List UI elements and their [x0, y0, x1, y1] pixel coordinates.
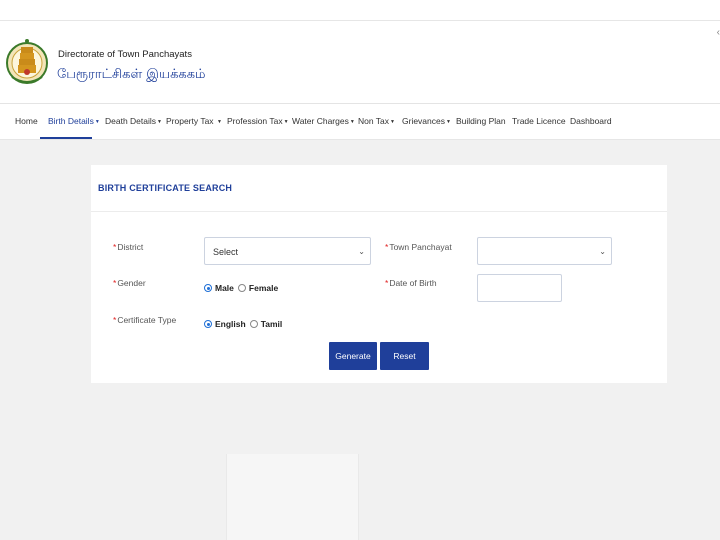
caret-down-icon: ▼: [446, 118, 451, 125]
certificate-english-radio[interactable]: [204, 320, 212, 328]
district-label: *District: [113, 242, 143, 252]
nav-item-water-charges[interactable]: Water Charges▼: [292, 116, 355, 126]
gender-radio-group: Male Female: [204, 283, 282, 293]
certificate-type-radio-group: English Tamil: [204, 319, 286, 329]
divider: [91, 211, 667, 212]
background-panel: [226, 454, 359, 540]
chevron-down-icon: ⌄: [358, 247, 365, 256]
nav-item-birth-details[interactable]: Birth Details▼: [48, 116, 100, 126]
chevron-down-icon: ⌄: [599, 247, 606, 256]
nav-item-death-details[interactable]: Death Details▼: [105, 116, 162, 126]
date-of-birth-input[interactable]: [477, 274, 562, 302]
reset-button[interactable]: Reset: [380, 342, 429, 370]
active-nav-indicator: [40, 137, 92, 139]
form-title: BIRTH CERTIFICATE SEARCH: [98, 183, 233, 193]
certificate-tamil-label[interactable]: Tamil: [261, 319, 283, 329]
nav-item-grievances[interactable]: Grievances▼: [402, 116, 451, 126]
nav-item-label: Non Tax: [358, 116, 390, 126]
nav-item-label: Home: [15, 116, 38, 126]
required-mark: *: [113, 278, 117, 288]
gender-label: *Gender: [113, 278, 146, 288]
required-mark: *: [385, 278, 389, 288]
caret-down-icon: ▼: [157, 118, 162, 125]
certificate-type-label-text: Certificate Type: [117, 315, 177, 325]
nav-item-label: Property Tax: [166, 116, 214, 126]
main-nav: Home Birth Details▼ Death Details▼ Prope…: [0, 104, 720, 140]
certificate-type-label: *Certificate Type: [113, 315, 176, 325]
gender-label-text: Gender: [117, 278, 146, 288]
gender-male-radio[interactable]: [204, 284, 212, 292]
district-select-value: Select: [213, 247, 239, 257]
birth-certificate-search-card: BIRTH CERTIFICATE SEARCH *District Selec…: [91, 165, 667, 383]
nav-item-label: Trade Licence: [512, 116, 566, 126]
required-mark: *: [385, 242, 389, 252]
nav-item-label: Death Details: [105, 116, 157, 126]
nav-item-profession-tax[interactable]: Profession Tax▼: [227, 116, 289, 126]
certificate-english-label[interactable]: English: [215, 319, 246, 329]
chevron-left-icon[interactable]: ‹: [717, 27, 720, 38]
top-strip: [0, 0, 720, 21]
nav-item-label: Grievances: [402, 116, 445, 126]
nav-item-label: Water Charges: [292, 116, 349, 126]
nav-item-label: Birth Details: [48, 116, 94, 126]
org-name-tamil: பேரூராட்சிகள் இயக்ககம்: [57, 67, 206, 82]
nav-item-home[interactable]: Home: [15, 116, 38, 126]
town-panchayat-label-text: Town Panchayat: [389, 242, 452, 252]
town-panchayat-label: *Town Panchayat: [385, 242, 452, 252]
caret-down-icon: ▼: [94, 118, 100, 125]
nav-item-non-tax[interactable]: Non Tax▼: [358, 116, 395, 126]
nav-item-label: Profession Tax: [227, 116, 283, 126]
nav-item-property-tax[interactable]: Property Tax ▼: [166, 116, 222, 126]
caret-down-icon: ▼: [390, 118, 395, 125]
nav-item-label: Dashboard: [570, 116, 612, 126]
certificate-tamil-radio[interactable]: [249, 320, 258, 328]
gender-female-label[interactable]: Female: [249, 283, 278, 293]
required-mark: *: [113, 242, 117, 252]
caret-down-icon: ▼: [349, 118, 355, 125]
nav-item-label: Building Plan: [456, 116, 506, 126]
town-panchayat-select[interactable]: ⌄: [477, 237, 612, 265]
nav-item-trade-licence[interactable]: Trade Licence: [512, 116, 566, 126]
gender-female-radio[interactable]: [237, 284, 246, 292]
org-name-english: Directorate of Town Panchayats: [58, 49, 192, 60]
nav-item-dashboard[interactable]: Dashboard: [570, 116, 612, 126]
required-mark: *: [113, 315, 117, 325]
tamil-nadu-emblem-logo[interactable]: [6, 25, 48, 101]
date-of-birth-label-text: Date of Birth: [389, 278, 437, 288]
site-header: Directorate of Town Panchayats பேரூராட்ச…: [0, 21, 720, 104]
nav-item-building-plan[interactable]: Building Plan: [456, 116, 506, 126]
caret-down-icon: ▼: [216, 118, 222, 125]
generate-button[interactable]: Generate: [329, 342, 377, 370]
district-label-text: District: [117, 242, 144, 252]
caret-down-icon: ▼: [283, 118, 289, 125]
district-select[interactable]: Select ⌄: [204, 237, 371, 265]
gender-male-label[interactable]: Male: [215, 283, 234, 293]
date-of-birth-label: *Date of Birth: [385, 278, 437, 288]
